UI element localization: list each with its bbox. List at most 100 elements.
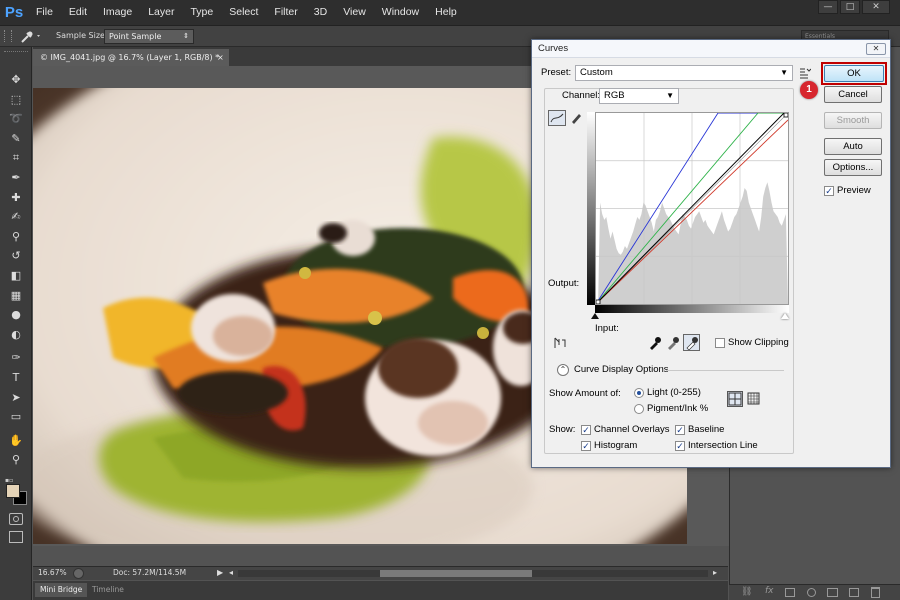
menu-help[interactable]: Help <box>427 0 465 25</box>
white-point-slider[interactable] <box>781 313 789 319</box>
menu-3d[interactable]: 3D <box>306 0 335 25</box>
type-icon[interactable]: T <box>9 371 23 385</box>
scroll-right-icon[interactable]: ▸ <box>713 568 717 577</box>
blur-icon[interactable]: ● <box>9 308 23 322</box>
menu-image[interactable]: Image <box>95 0 140 25</box>
channel-overlays-label: Channel Overlays <box>594 424 670 435</box>
tab-mini-bridge[interactable]: Mini Bridge <box>35 583 88 597</box>
chevron-down-icon: ▼ <box>666 91 674 100</box>
new-group-icon[interactable] <box>827 588 838 597</box>
channel-select[interactable]: RGB ▼ <box>599 88 679 104</box>
screen-mode-icon[interactable] <box>9 531 23 543</box>
quick-mask-icon[interactable] <box>9 513 23 525</box>
output-label: Output: <box>548 278 580 289</box>
show-clipping-checkbox[interactable] <box>715 338 725 348</box>
zoom-icon[interactable]: ⚲ <box>9 453 23 467</box>
restore-button[interactable]: □ <box>840 0 860 14</box>
clone-stamp-icon[interactable]: ⚲ <box>9 230 23 244</box>
healing-icon[interactable]: ✚ <box>9 191 23 205</box>
histogram-checkbox[interactable]: ✓ <box>581 441 591 451</box>
menu-window[interactable]: Window <box>374 0 427 25</box>
lasso-icon[interactable]: ➰ <box>9 112 23 126</box>
preset-options-icon[interactable] <box>799 67 812 79</box>
menu-type[interactable]: Type <box>182 0 221 25</box>
quick-select-icon[interactable]: ✎ <box>9 132 23 146</box>
gray-eyedropper-icon[interactable] <box>666 336 680 350</box>
chevron-down-icon: ▼ <box>780 68 788 77</box>
black-eyedropper-icon[interactable] <box>648 336 662 350</box>
pen-icon[interactable]: ✑ <box>9 351 23 365</box>
menu-items: File Edit Image Layer Type Select Filter 3D View… <box>28 0 465 25</box>
curves-title-bar[interactable]: Curves ✕ <box>532 40 890 58</box>
close-window-button[interactable]: ✕ <box>862 0 890 14</box>
eraser-icon[interactable]: ◧ <box>9 269 23 283</box>
layer-style-icon[interactable]: fx <box>765 586 774 596</box>
brush-icon[interactable]: ✍ <box>9 210 23 224</box>
input-label: Input: <box>595 323 619 334</box>
new-layer-icon[interactable] <box>849 588 859 597</box>
status-menu-icon[interactable] <box>73 568 84 579</box>
default-colors-icon[interactable]: ▪▫ <box>5 477 27 484</box>
edit-points-curve-icon[interactable] <box>548 110 566 126</box>
preview-checkbox[interactable]: ✓ <box>824 186 834 196</box>
delete-layer-icon[interactable] <box>871 587 880 598</box>
eyedropper-icon[interactable] <box>18 29 44 44</box>
auto-button[interactable]: Auto <box>824 138 882 155</box>
channel-value: RGB <box>604 90 625 101</box>
ok-button[interactable]: OK <box>824 65 884 82</box>
collapse-options-icon[interactable]: ⌃ <box>557 364 569 376</box>
pencil-icon[interactable] <box>569 111 583 125</box>
detailed-grid-icon[interactable] <box>747 392 760 405</box>
smooth-button[interactable]: Smooth <box>824 112 882 129</box>
channel-overlays-checkbox[interactable]: ✓ <box>581 425 591 435</box>
adjustment-layer-icon[interactable] <box>807 588 816 597</box>
curves-close-button[interactable]: ✕ <box>866 43 886 55</box>
foreground-color-swatch[interactable] <box>6 484 20 498</box>
zoom-level[interactable]: 16.67% <box>38 568 67 577</box>
tab-close-icon[interactable]: × <box>217 49 224 66</box>
layer-mask-icon[interactable] <box>785 588 795 597</box>
preset-select[interactable]: Custom ▼ <box>575 65 793 81</box>
menu-select[interactable]: Select <box>221 0 266 25</box>
gradient-icon[interactable]: ▦ <box>9 289 23 303</box>
menu-view[interactable]: View <box>335 0 374 25</box>
options-button[interactable]: Options... <box>824 159 882 176</box>
simple-grid-icon[interactable] <box>727 391 743 407</box>
pigment-radio-label: Pigment/Ink % <box>647 403 709 414</box>
dodge-icon[interactable]: ◐ <box>9 328 23 342</box>
minimize-button[interactable]: — <box>818 0 838 14</box>
menu-bar: Ps File Edit Image Layer Type Select Filter 3D V… <box>0 0 900 25</box>
tab-timeline[interactable]: Timeline <box>87 583 129 597</box>
intersection-line-checkbox[interactable]: ✓ <box>675 441 685 451</box>
shape-icon[interactable]: ▭ <box>9 410 23 424</box>
menu-edit[interactable]: Edit <box>61 0 95 25</box>
history-brush-icon[interactable]: ↺ <box>9 249 23 263</box>
horizontal-scrollbar[interactable] <box>238 570 708 577</box>
document-tab[interactable]: © IMG_4041.jpg @ 16.7% (Layer 1, RGB/8) … <box>33 49 229 66</box>
marquee-icon[interactable]: ⬚ <box>9 93 23 107</box>
black-point-slider[interactable] <box>591 313 599 319</box>
crop-icon[interactable]: ⌗ <box>9 151 23 165</box>
scroll-left-icon[interactable]: ◂ <box>229 568 233 577</box>
options-grip <box>4 30 12 42</box>
cancel-button[interactable]: Cancel <box>824 86 882 103</box>
baseline-checkbox[interactable]: ✓ <box>675 425 685 435</box>
link-layers-icon[interactable]: ⛓ <box>741 587 752 597</box>
curves-graph[interactable] <box>595 112 789 305</box>
hand-icon[interactable]: ✋ <box>9 434 23 448</box>
tools-grip <box>4 51 28 57</box>
show-clipping-label: Show Clipping <box>728 337 789 348</box>
sample-size-select[interactable]: Point Sample ⇕ <box>104 29 194 44</box>
menu-file[interactable]: File <box>28 0 61 25</box>
targeted-adjustment-icon[interactable] <box>552 336 568 350</box>
path-select-icon[interactable]: ➤ <box>9 391 23 405</box>
eyedropper-icon[interactable]: ✒ <box>9 171 23 185</box>
menu-filter[interactable]: Filter <box>266 0 305 25</box>
scrollbar-thumb[interactable] <box>380 570 532 577</box>
move-icon[interactable]: ✥ <box>9 73 23 87</box>
light-radio[interactable] <box>634 388 644 398</box>
status-arrow-icon[interactable]: ▶ <box>217 568 223 577</box>
menu-layer[interactable]: Layer <box>140 0 182 25</box>
white-eyedropper-icon[interactable] <box>683 334 700 351</box>
pigment-radio[interactable] <box>634 404 644 414</box>
